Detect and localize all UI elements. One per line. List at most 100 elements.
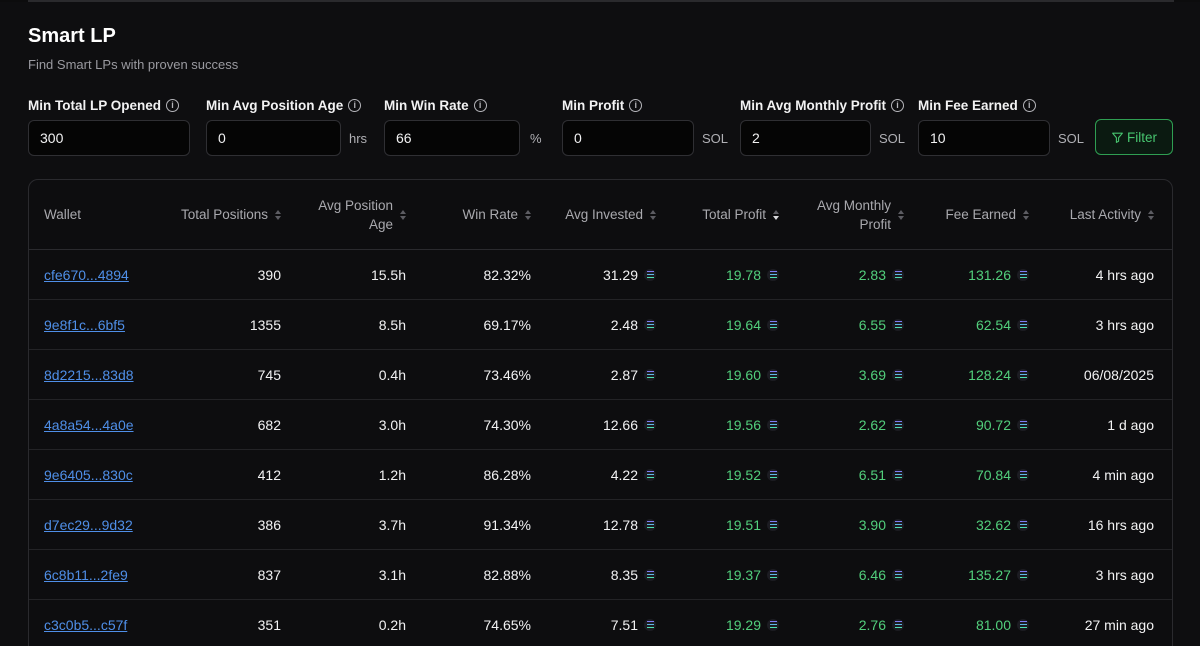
total-positions-cell: 745 [257, 366, 281, 383]
wallet-link[interactable]: 6c8b11...2fe9 [44, 567, 128, 583]
avg-invested-value: 12.78 [602, 516, 638, 533]
total-profit-value: 19.60 [725, 366, 761, 383]
avg-monthly-profit-cell: 3.90 [779, 517, 904, 533]
avg-invested-cell: 31.29 [531, 267, 656, 283]
total-positions-cell: 837 [257, 566, 281, 583]
solana-icon [644, 568, 656, 581]
filter-label: Min Avg Position Age i [206, 96, 367, 114]
total-positions-cell: 682 [257, 416, 281, 433]
total-positions-cell: 386 [257, 516, 281, 533]
info-icon[interactable]: i [890, 98, 904, 112]
total-positions-cell: 1355 [249, 316, 281, 333]
win-rate-cell: 74.65% [483, 616, 531, 633]
wallet-cell: 9e6405...830c [29, 467, 159, 483]
avg-invested-cell: 2.87 [531, 367, 656, 383]
total-profit-value: 19.29 [725, 616, 761, 633]
wallet-link[interactable]: d7ec29...9d32 [44, 517, 133, 533]
win-rate-cell: 69.17% [483, 316, 531, 333]
avg-invested-value: 8.35 [610, 566, 638, 583]
smart-lp-page: Smart LP Find Smart LPs with proven succ… [0, 0, 1200, 646]
wallet-link[interactable]: cfe670...4894 [44, 267, 129, 283]
table-row: 9e8f1c...6bf5 1355 8.5h 69.17% 2.48 19.64 6.55… [29, 300, 1172, 350]
avg-position-age-cell: 1.2h [378, 466, 406, 483]
column-header-avg-invested[interactable]: Avg Invested [531, 207, 656, 222]
min-profit-input[interactable]: 0 [562, 120, 694, 156]
unit-label: SOL [702, 130, 729, 146]
solana-icon [892, 568, 904, 581]
avg-monthly-profit-value: 2.76 [858, 616, 886, 633]
avg-monthly-profit-cell: 2.83 [779, 267, 904, 283]
filter-min-avg-position-age: Min Avg Position Age i 0 hrs [206, 96, 367, 156]
avg-monthly-profit-cell: 2.76 [779, 617, 904, 633]
avg-invested-cell: 12.66 [531, 417, 656, 433]
column-header-last-activity[interactable]: Last Activity [1029, 207, 1154, 222]
solana-icon [892, 418, 904, 431]
min-win-rate-input[interactable]: 66 [384, 120, 520, 156]
column-header-win-rate[interactable]: Win Rate [406, 207, 531, 222]
wallet-link[interactable]: 9e8f1c...6bf5 [44, 317, 125, 333]
filter-min-fee-earned: Min Fee Earned i 10 SOL [918, 96, 1084, 156]
column-header-avg-position-age[interactable]: Avg Position Age [281, 196, 406, 234]
filter-button[interactable]: Filter [1095, 119, 1173, 155]
avg-invested-value: 7.51 [610, 616, 638, 633]
column-header-fee-earned[interactable]: Fee Earned [904, 207, 1029, 222]
solana-icon [767, 618, 779, 631]
last-activity-cell: 4 min ago [1092, 466, 1154, 483]
total-profit-cell: 19.60 [656, 367, 779, 383]
solana-icon [1017, 468, 1029, 481]
avg-monthly-profit-value: 6.51 [858, 466, 886, 483]
avg-position-age-cell: 3.0h [378, 416, 406, 433]
avg-invested-value: 31.29 [602, 266, 638, 283]
avg-monthly-profit-value: 6.46 [858, 566, 886, 583]
avg-monthly-profit-value: 3.90 [858, 516, 886, 533]
wallet-link[interactable]: c3c0b5...c57f [44, 617, 127, 633]
solana-icon [1017, 618, 1029, 631]
info-icon[interactable]: i [629, 98, 643, 112]
last-activity-cell: 16 hrs ago [1087, 516, 1154, 533]
unit-label: hrs [349, 130, 368, 146]
solana-icon [767, 568, 779, 581]
min-avg-position-age-input[interactable]: 0 [206, 120, 341, 156]
min-avg-monthly-profit-input[interactable]: 2 [740, 120, 871, 156]
solana-icon [1017, 268, 1029, 281]
last-activity-cell: 27 min ago [1084, 616, 1154, 633]
column-header-total-profit[interactable]: Total Profit [656, 207, 779, 222]
win-rate-cell: 74.30% [483, 416, 531, 433]
total-positions-cell: 412 [257, 466, 281, 483]
table-row: cfe670...4894 390 15.5h 82.32% 31.29 19.78 2.8… [29, 250, 1172, 300]
unit-label: % [530, 130, 542, 146]
column-header-avg-monthly-profit[interactable]: Avg Monthly Profit [779, 196, 904, 234]
column-header-wallet[interactable]: Wallet [29, 207, 159, 222]
wallet-link[interactable]: 9e6405...830c [44, 467, 133, 483]
wallet-link[interactable]: 4a8a54...4a0e [44, 417, 134, 433]
filter-label: Min Win Rate i [384, 96, 542, 114]
total-profit-cell: 19.52 [656, 467, 779, 483]
fee-earned-value: 135.27 [968, 566, 1011, 583]
avg-monthly-profit-cell: 6.55 [779, 317, 904, 333]
avg-monthly-profit-cell: 3.69 [779, 367, 904, 383]
table-row: 4a8a54...4a0e 682 3.0h 74.30% 12.66 19.56 2.62… [29, 400, 1172, 450]
info-icon[interactable]: i [1022, 98, 1036, 112]
solana-icon [892, 318, 904, 331]
info-icon[interactable]: i [166, 98, 180, 112]
min-fee-earned-input[interactable]: 10 [918, 120, 1050, 156]
wallet-link[interactable]: 8d2215...83d8 [44, 367, 134, 383]
fee-earned-value: 90.72 [975, 416, 1011, 433]
table-row: 8d2215...83d8 745 0.4h 73.46% 2.87 19.60 3.69 1… [29, 350, 1172, 400]
smart-lp-table: Wallet Total Positions Avg Position Age … [28, 179, 1173, 646]
min-total-lp-opened-input[interactable]: 300 [28, 120, 190, 156]
solana-icon [644, 618, 656, 631]
avg-position-age-cell: 0.4h [378, 366, 406, 383]
wallet-cell: d7ec29...9d32 [29, 517, 159, 533]
info-icon[interactable]: i [348, 98, 362, 112]
avg-invested-cell: 4.22 [531, 467, 656, 483]
solana-icon [767, 468, 779, 481]
fee-earned-cell: 62.54 [904, 317, 1029, 333]
last-activity-cell: 1 d ago [1107, 416, 1154, 433]
solana-icon [892, 618, 904, 631]
solana-icon [767, 518, 779, 531]
column-header-total-positions[interactable]: Total Positions [159, 207, 281, 222]
avg-position-age-cell: 8.5h [378, 316, 406, 333]
info-icon[interactable]: i [473, 98, 487, 112]
last-activity-cell: 3 hrs ago [1095, 316, 1154, 333]
